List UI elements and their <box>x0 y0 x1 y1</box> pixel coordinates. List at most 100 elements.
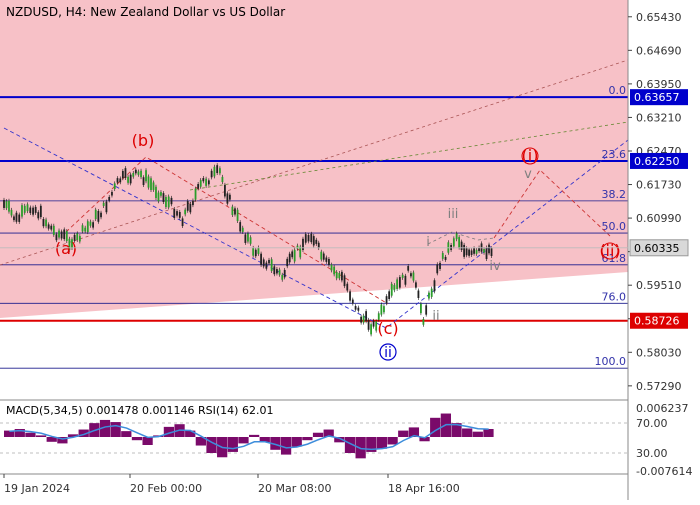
candle-body <box>32 207 34 215</box>
candle-body <box>213 166 216 177</box>
time-tick-label: 20 Feb 00:00 <box>130 482 202 495</box>
candle-body <box>162 193 165 202</box>
candle-body <box>176 211 178 216</box>
candle-body <box>132 173 135 177</box>
candle-body <box>341 271 343 281</box>
candle-body <box>189 203 192 213</box>
candle-body <box>268 259 270 264</box>
candle-body <box>468 249 470 256</box>
candle-body <box>199 180 202 187</box>
candle-body <box>396 279 399 289</box>
candle-body <box>124 168 127 178</box>
candle-body <box>147 176 150 188</box>
candle-body <box>142 177 145 185</box>
macd-bar <box>462 428 473 437</box>
candle-body <box>422 319 425 325</box>
wave-label: (i) <box>522 146 539 165</box>
candle-body <box>23 205 26 213</box>
candle-body <box>236 209 239 222</box>
macd-bar <box>291 437 302 447</box>
candle-body <box>388 291 391 299</box>
candle-body <box>102 202 105 206</box>
macd-bar <box>376 437 388 449</box>
macd-bar <box>280 437 292 455</box>
price-tick-label: 0.59510 <box>636 279 682 292</box>
macd-bar <box>131 437 143 441</box>
candle-body <box>224 184 226 197</box>
candle-body <box>430 288 433 297</box>
candle-body <box>226 193 229 204</box>
wave-label: ii <box>384 345 392 361</box>
candle-body <box>8 200 10 212</box>
wave-label: iv <box>489 259 501 274</box>
candle-body <box>410 273 412 277</box>
macd-bar <box>398 430 409 437</box>
wave-label: (c) <box>377 319 398 338</box>
candle-body <box>370 324 372 335</box>
candle-body <box>465 248 468 256</box>
wave-label: ii <box>432 309 439 324</box>
price-tick-label: 0.57290 <box>636 380 682 393</box>
candle-body <box>281 274 284 280</box>
candle-body <box>60 231 63 239</box>
chart-window: 0.0 23.6 38.2 50.0 61.8 76.0 100.0 (a) (b) (c) ii i… <box>0 0 700 500</box>
candle-body <box>455 233 458 240</box>
candle-body <box>170 197 173 205</box>
candle-body <box>157 192 160 202</box>
chart-canvas: 0.023.638.250.061.876.0100.0(a)(b)(c)iii… <box>0 0 700 500</box>
candle-body <box>265 262 268 269</box>
candle-body <box>380 304 383 315</box>
candle-body <box>338 273 341 279</box>
candle-body <box>293 249 296 262</box>
candle-body <box>273 266 276 275</box>
macd-bar <box>302 437 313 441</box>
candle-body <box>160 192 162 196</box>
fibonacci-label: 38.2 <box>602 188 627 201</box>
candle-body <box>296 245 299 249</box>
candle-body <box>184 209 187 215</box>
macd-bar <box>142 437 153 445</box>
candle-body <box>145 170 147 182</box>
wave-label: iii <box>448 207 459 222</box>
candle-body <box>78 236 81 242</box>
candle-body <box>137 171 140 175</box>
candle-body <box>47 224 50 229</box>
candle-body <box>178 211 181 218</box>
wave-label: (b) <box>132 131 155 150</box>
wave-label: (ii) <box>599 241 620 260</box>
candle-body <box>260 253 262 265</box>
candle-body <box>460 241 463 250</box>
macd-bar <box>312 432 324 437</box>
candle-body <box>488 244 490 254</box>
fibonacci-label: 76.0 <box>602 290 627 303</box>
candle-body <box>244 234 247 243</box>
candle-body <box>444 256 447 260</box>
macd-bar <box>355 437 366 459</box>
candle-body <box>97 210 100 222</box>
candle-body <box>436 264 439 274</box>
wave-label: v <box>524 167 532 182</box>
macd-bar <box>249 434 260 437</box>
indicator-tick-label: 30.00 <box>636 447 668 460</box>
price-tick-label: 0.63210 <box>636 111 682 124</box>
candle-body <box>310 233 313 243</box>
candle-body <box>86 221 89 233</box>
candle-body <box>312 236 315 246</box>
candle-body <box>291 251 294 258</box>
candle-body <box>234 208 236 215</box>
candle-body <box>276 269 278 274</box>
candle-body <box>152 182 155 190</box>
candle-body <box>452 238 455 247</box>
macd-bar <box>387 437 398 445</box>
candle-body <box>383 306 385 313</box>
candle-body <box>470 250 473 255</box>
indicator-tick-label: 70.00 <box>636 417 668 430</box>
candle-body <box>219 168 221 174</box>
macd-bar <box>110 422 121 437</box>
chart-title: NZDUSD, H4: New Zealand Dollar vs US Dol… <box>6 5 285 19</box>
candle-body <box>111 191 113 196</box>
candle-body <box>140 170 142 178</box>
candle-body <box>100 212 102 218</box>
macd-bar <box>121 431 132 437</box>
indicator-tick-label: -0.007614 <box>636 465 692 478</box>
